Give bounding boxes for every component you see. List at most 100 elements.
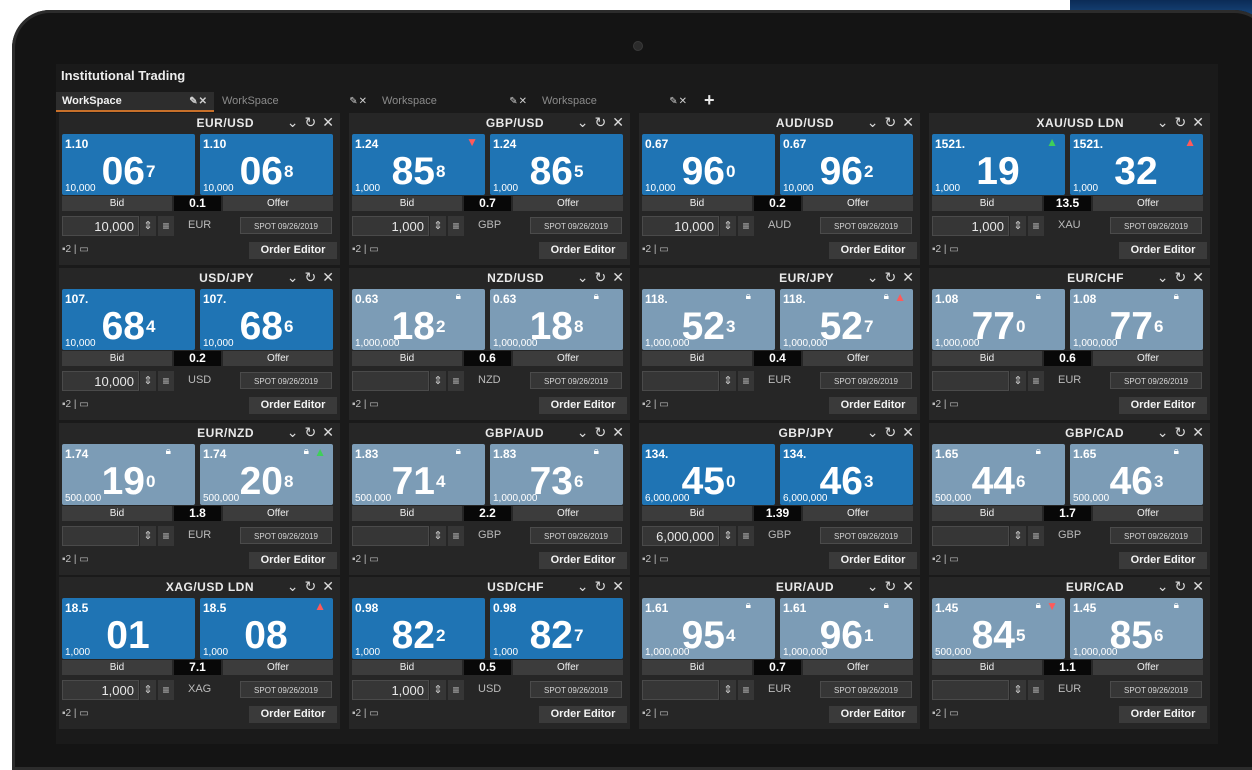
bid-price-box[interactable]: 1.74 🔒︎ 190 500,000 [62, 444, 195, 505]
offer-price-box[interactable]: 1.10 068 10,000 [200, 134, 333, 195]
spot-date-select[interactable]: SPOT 09/26/2019 [530, 527, 622, 544]
popout-icon[interactable]: ↻ [885, 114, 897, 131]
spot-date-select[interactable]: SPOT 09/26/2019 [240, 372, 332, 389]
close-icon[interactable]: ✕ [322, 578, 334, 595]
menu-icon[interactable]: ≡ [1028, 216, 1044, 236]
popout-icon[interactable]: ↻ [885, 269, 897, 286]
spot-date-select[interactable]: SPOT 09/26/2019 [240, 217, 332, 234]
spot-date-select[interactable]: SPOT 09/26/2019 [820, 372, 912, 389]
order-editor-button[interactable]: Order Editor [829, 242, 917, 259]
spot-date-select[interactable]: SPOT 09/26/2019 [240, 527, 332, 544]
bid-button[interactable]: Bid [352, 660, 462, 675]
menu-icon[interactable]: ≡ [158, 371, 174, 391]
order-editor-button[interactable]: Order Editor [539, 706, 627, 723]
quantity-stepper[interactable]: ⇕ [140, 371, 156, 391]
popout-icon[interactable]: ↻ [305, 578, 317, 595]
popout-icon[interactable]: ↻ [885, 578, 897, 595]
menu-icon[interactable]: ≡ [158, 216, 174, 236]
tile-header-icons[interactable]: ⌄ ↻ ✕ [287, 578, 334, 595]
account-indicator[interactable]: ▪2 | ▭ [62, 708, 89, 719]
close-icon[interactable]: ✕ [902, 424, 914, 441]
tile-header-icons[interactable]: ⌄ ↻ ✕ [867, 114, 914, 131]
tile-header-icons[interactable]: ⌄ ↻ ✕ [577, 578, 624, 595]
popout-icon[interactable]: ↻ [1175, 269, 1187, 286]
popout-icon[interactable]: ↻ [595, 424, 607, 441]
add-tab-icon[interactable]: + [704, 90, 715, 111]
order-editor-button[interactable]: Order Editor [829, 706, 917, 723]
bid-price-box[interactable]: 1.10 067 10,000 [62, 134, 195, 195]
bid-price-box[interactable]: 1.24 ▼ 858 1,000 [352, 134, 485, 195]
bid-price-box[interactable]: 18.5 01 1,000 [62, 598, 195, 659]
close-icon[interactable]: ✕ [1192, 578, 1204, 595]
offer-button[interactable]: Offer [803, 196, 913, 211]
offer-button[interactable]: Offer [803, 660, 913, 675]
tile-header-icons[interactable]: ⌄ ↻ ✕ [867, 424, 914, 441]
spot-date-select[interactable]: SPOT 09/26/2019 [530, 681, 622, 698]
quantity-stepper[interactable]: ⇕ [430, 526, 446, 546]
bid-button[interactable]: Bid [352, 351, 462, 366]
quantity-stepper[interactable]: ⇕ [1010, 680, 1026, 700]
quantity-input[interactable] [352, 371, 429, 391]
offer-button[interactable]: Offer [1093, 351, 1203, 366]
tile-header-icons[interactable]: ⌄ ↻ ✕ [867, 269, 914, 286]
bid-price-box[interactable]: 1.83 🔒︎ 714 500,000 [352, 444, 485, 505]
tile-header-icons[interactable]: ⌄ ↻ ✕ [1157, 269, 1204, 286]
chevron-down-icon[interactable]: ⌄ [287, 114, 299, 131]
offer-button[interactable]: Offer [223, 660, 333, 675]
bid-price-box[interactable]: 1.61 🔒︎ 954 1,000,000 [642, 598, 775, 659]
spot-date-select[interactable]: SPOT 09/26/2019 [240, 681, 332, 698]
offer-price-box[interactable]: 0.63 🔒︎ 188 1,000,000 [490, 289, 623, 350]
bid-price-box[interactable]: 134. 450 6,000,000 [642, 444, 775, 505]
chevron-down-icon[interactable]: ⌄ [577, 269, 589, 286]
menu-icon[interactable]: ≡ [1028, 526, 1044, 546]
tab-edit-close-icons[interactable]: ✎✕ [669, 96, 694, 107]
popout-icon[interactable]: ↻ [305, 269, 317, 286]
order-editor-button[interactable]: Order Editor [539, 397, 627, 414]
popout-icon[interactable]: ↻ [885, 424, 897, 441]
close-icon[interactable]: ✕ [612, 269, 624, 286]
chevron-down-icon[interactable]: ⌄ [287, 424, 299, 441]
close-icon[interactable]: ✕ [1192, 114, 1204, 131]
quantity-input[interactable] [62, 371, 139, 391]
quantity-input[interactable] [932, 526, 1009, 546]
tile-header-icons[interactable]: ⌄ ↻ ✕ [1157, 424, 1204, 441]
quantity-stepper[interactable]: ⇕ [430, 680, 446, 700]
offer-price-box[interactable]: 134. 463 6,000,000 [780, 444, 913, 505]
account-indicator[interactable]: ▪2 | ▭ [642, 708, 669, 719]
tab-edit-close-icons[interactable]: ✎✕ [189, 96, 214, 107]
menu-icon[interactable]: ≡ [1028, 680, 1044, 700]
tile-header-icons[interactable]: ⌄ ↻ ✕ [287, 269, 334, 286]
order-editor-button[interactable]: Order Editor [249, 397, 337, 414]
bid-price-box[interactable]: 1.65 🔒︎ 446 500,000 [932, 444, 1065, 505]
chevron-down-icon[interactable]: ⌄ [287, 578, 299, 595]
quantity-input[interactable] [352, 680, 429, 700]
order-editor-button[interactable]: Order Editor [1119, 397, 1207, 414]
quantity-input[interactable] [642, 216, 719, 236]
chevron-down-icon[interactable]: ⌄ [577, 424, 589, 441]
bid-button[interactable]: Bid [642, 196, 752, 211]
close-icon[interactable]: ✕ [322, 269, 334, 286]
bid-button[interactable]: Bid [62, 660, 172, 675]
menu-icon[interactable]: ≡ [738, 526, 754, 546]
popout-icon[interactable]: ↻ [305, 424, 317, 441]
offer-price-box[interactable]: 1.65 🔒︎ 463 500,000 [1070, 444, 1203, 505]
offer-button[interactable]: Offer [223, 506, 333, 521]
popout-icon[interactable]: ↻ [595, 114, 607, 131]
bid-button[interactable]: Bid [62, 351, 172, 366]
bid-button[interactable]: Bid [62, 196, 172, 211]
tile-header-icons[interactable]: ⌄ ↻ ✕ [577, 269, 624, 286]
tile-header-icons[interactable]: ⌄ ↻ ✕ [287, 424, 334, 441]
menu-icon[interactable]: ≡ [448, 216, 464, 236]
menu-icon[interactable]: ≡ [738, 680, 754, 700]
order-editor-button[interactable]: Order Editor [249, 552, 337, 569]
offer-button[interactable]: Offer [513, 196, 623, 211]
account-indicator[interactable]: ▪2 | ▭ [932, 708, 959, 719]
chevron-down-icon[interactable]: ⌄ [1157, 578, 1169, 595]
bid-button[interactable]: Bid [642, 660, 752, 675]
quantity-input[interactable] [352, 526, 429, 546]
offer-price-box[interactable]: 0.67 962 10,000 [780, 134, 913, 195]
order-editor-button[interactable]: Order Editor [249, 242, 337, 259]
bid-price-box[interactable]: 1521. ▲ 19 1,000 [932, 134, 1065, 195]
popout-icon[interactable]: ↻ [1175, 424, 1187, 441]
order-editor-button[interactable]: Order Editor [829, 397, 917, 414]
